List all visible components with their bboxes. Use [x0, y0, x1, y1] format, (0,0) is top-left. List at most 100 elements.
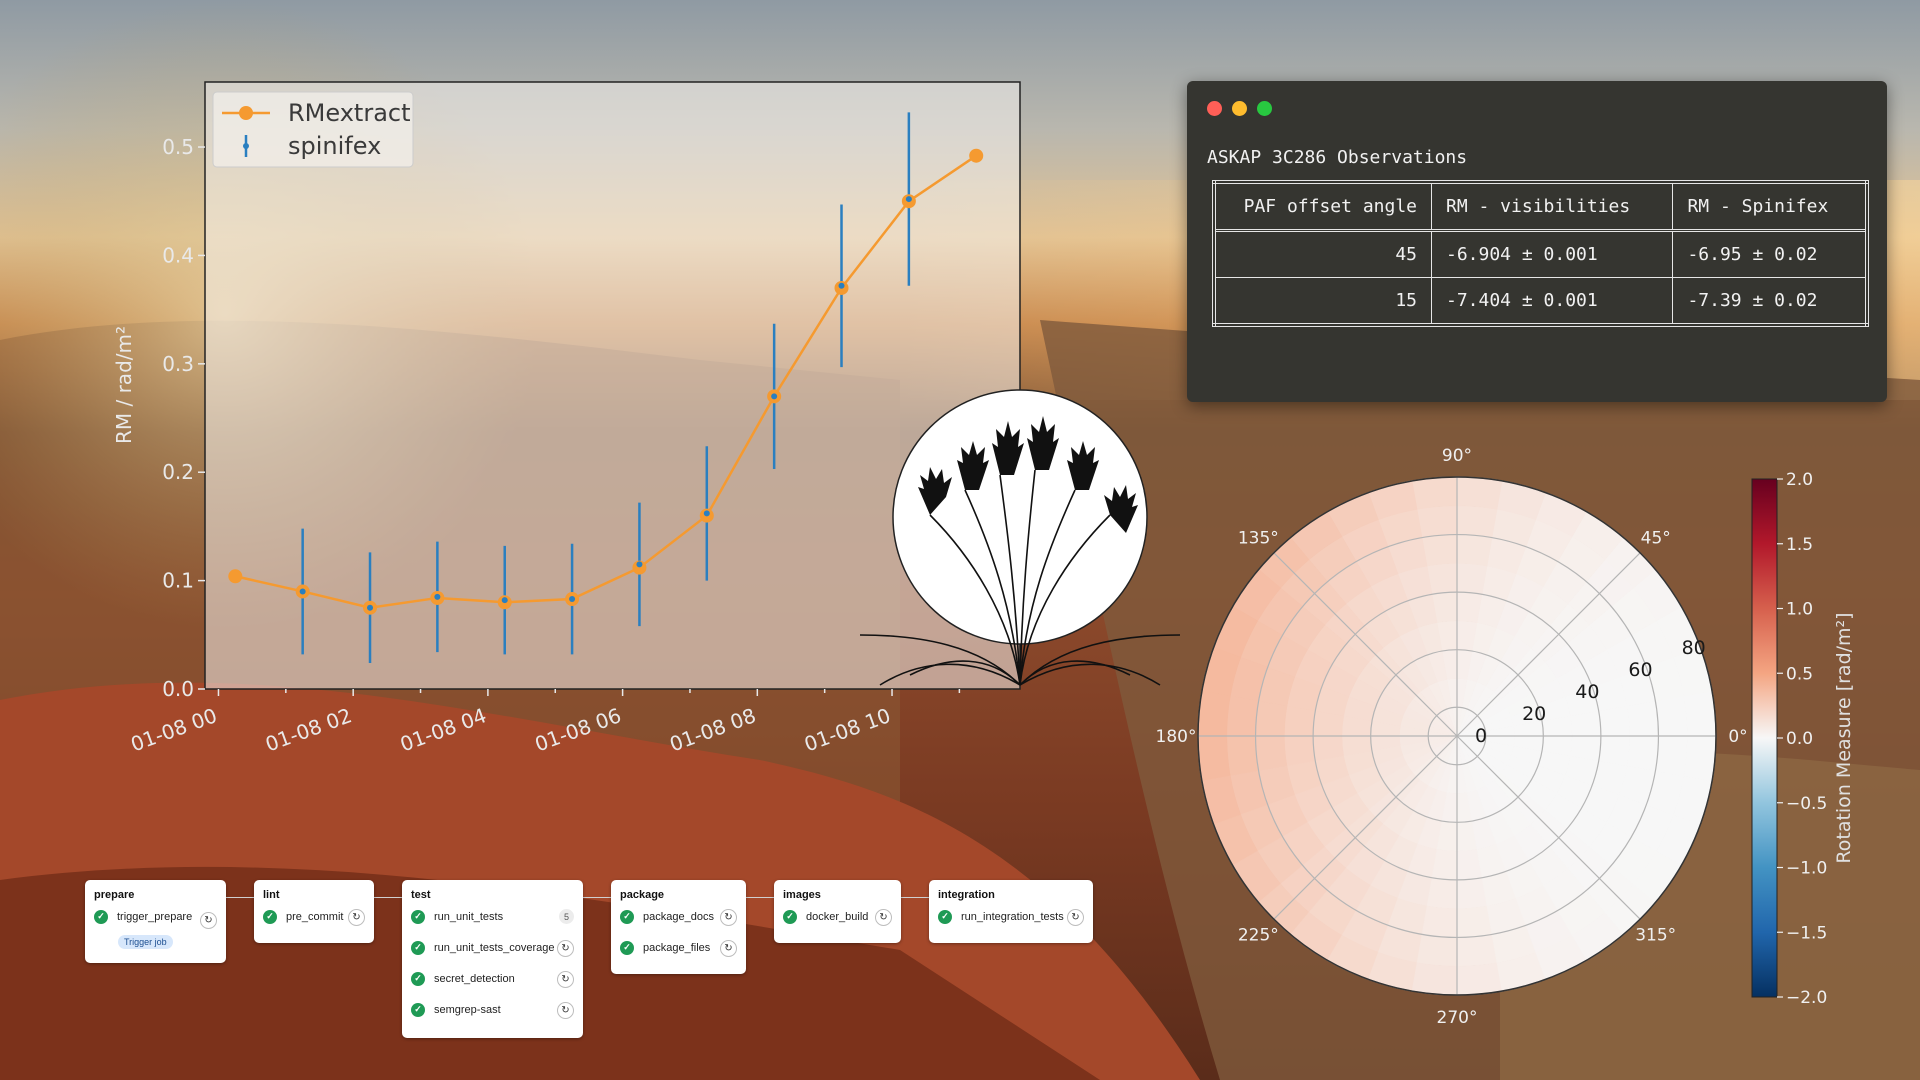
passed-check-icon: ✓ — [620, 940, 634, 955]
angle-tick-label: 315° — [1635, 926, 1676, 946]
column-header: RM - visibilities — [1430, 181, 1674, 231]
radial-tick-label: 60 — [1628, 659, 1652, 681]
job-run-unit-tests[interactable]: ✓ run_unit_tests 5 — [402, 901, 583, 932]
retry-icon[interactable]: ↻ — [720, 940, 737, 957]
x-tick-label: 01-08 04 — [397, 703, 490, 756]
legend-marker-spinifex — [243, 143, 249, 149]
spinifex-point — [771, 393, 778, 400]
legend-label-rmextract: RMextract — [288, 99, 411, 127]
x-tick-label: 01-08 02 — [262, 703, 355, 756]
y-tick-label: 0.1 — [162, 569, 194, 593]
terminal-window: ASKAP 3C286 Observations PAF offset angl… — [1187, 81, 1887, 402]
observations-table: PAF offset angle RM - visibilities RM - … — [1212, 180, 1869, 327]
x-tick-label: 01-08 06 — [532, 703, 625, 756]
polar-cell — [1226, 695, 1259, 737]
retry-icon[interactable]: ↻ — [557, 971, 574, 988]
retry-icon[interactable]: ↻ — [1067, 909, 1084, 926]
passed-check-icon: ✓ — [620, 909, 634, 924]
polar-cell — [1456, 877, 1488, 909]
stage-images: images ✓ docker_build ↻ — [774, 880, 901, 943]
stage-title: images — [783, 889, 821, 901]
job-run-integration-tests[interactable]: ✓ run_integration_tests ↻ — [929, 901, 1093, 932]
job-docker-build[interactable]: ✓ docker_build ↻ — [774, 901, 901, 932]
table-cell: -6.95 ± 0.02 — [1672, 230, 1868, 278]
job-trigger-prepare[interactable]: ✓ trigger_prepare ↻ — [85, 901, 226, 932]
colorbar-tick-label: 0.0 — [1786, 729, 1813, 749]
close-window-button[interactable] — [1207, 101, 1222, 116]
passed-check-icon: ✓ — [411, 971, 425, 986]
job-name: run_integration_tests — [961, 910, 1064, 923]
job-name: run_unit_tests_coverage — [434, 941, 555, 954]
polar-cell — [1426, 563, 1458, 595]
stage-title: test — [411, 889, 431, 901]
polar-cell — [1598, 735, 1630, 767]
radial-tick-label: 80 — [1682, 637, 1706, 659]
y-axis-label: RM / rad/m² — [112, 326, 136, 444]
job-name: pre_commit — [286, 910, 344, 923]
colorbar-tick-label: −1.5 — [1786, 923, 1827, 943]
retry-icon[interactable]: ↻ — [720, 909, 737, 926]
y-tick-label: 0.0 — [162, 677, 194, 701]
polar-cell — [1456, 905, 1493, 938]
passed-check-icon: ✓ — [411, 1002, 425, 1017]
retry-icon[interactable]: ↻ — [200, 912, 217, 929]
colorbar-tick-label: −0.5 — [1786, 794, 1827, 814]
retry-icon[interactable]: ↻ — [557, 940, 574, 957]
colorbar-tick-label: −1.0 — [1786, 859, 1827, 879]
colorbar-tick-label: 0.5 — [1786, 664, 1813, 684]
radial-tick-label: 0 — [1475, 725, 1487, 747]
angle-tick-label: 180° — [1156, 727, 1197, 747]
polar-cell — [1411, 476, 1458, 510]
trigger-job-badge[interactable]: Trigger job — [118, 935, 173, 949]
minimize-window-button[interactable] — [1232, 101, 1247, 116]
job-name: docker_build — [806, 910, 869, 923]
y-tick-label: 0.5 — [162, 135, 194, 159]
retry-icon[interactable]: ↻ — [557, 1002, 574, 1019]
spinifex-point — [905, 196, 912, 203]
legend: RMextract spinifex — [212, 91, 414, 168]
angle-tick-label: 225° — [1238, 926, 1279, 946]
stage-connector — [374, 897, 402, 898]
spinifex-point — [569, 596, 576, 603]
job-name: run_unit_tests — [434, 910, 504, 923]
stage-package: package ✓ package_docs ↻ ✓ package_files… — [611, 880, 746, 974]
job-secret-detection[interactable]: ✓ secret_detection ↻ — [402, 963, 583, 994]
stage-title: integration — [938, 889, 995, 901]
stage-connector — [746, 897, 774, 898]
job-name: package_docs — [643, 910, 714, 923]
job-semgrep-sast[interactable]: ✓ semgrep-sast ↻ — [402, 994, 583, 1025]
retry-icon[interactable]: ↻ — [875, 909, 892, 926]
polar-cell — [1426, 877, 1458, 909]
colorbar — [1751, 478, 1778, 998]
job-pre-commit[interactable]: ✓ pre_commit ↻ — [254, 901, 374, 932]
polar-cell — [1456, 962, 1503, 996]
spinifex-point — [367, 604, 374, 611]
passed-check-icon: ✓ — [938, 909, 952, 924]
angle-tick-label: 270° — [1437, 1008, 1478, 1028]
job-name: package_files — [643, 941, 711, 954]
polar-cell — [1197, 735, 1231, 782]
polar-cell — [1626, 700, 1659, 737]
stage-test: test ✓ run_unit_tests 5 ✓ run_unit_tests… — [402, 880, 583, 1038]
spinifex-point — [501, 597, 508, 604]
stage-title: prepare — [94, 889, 135, 901]
maximize-window-button[interactable] — [1257, 101, 1272, 116]
passed-check-icon: ✓ — [411, 940, 425, 955]
stage-title: lint — [263, 889, 280, 901]
job-package-files[interactable]: ✓ package_files ↻ — [611, 932, 746, 963]
polar-cell — [1655, 735, 1688, 777]
polar-cell — [1226, 735, 1259, 777]
retry-icon[interactable]: ↻ — [348, 909, 365, 926]
table-cell: -6.904 ± 0.001 — [1430, 230, 1674, 278]
polar-cell — [1456, 934, 1498, 967]
polar-cell — [1456, 505, 1498, 538]
polar-cell — [1421, 534, 1458, 567]
spinifex-point — [703, 510, 710, 517]
spinifex-point — [838, 282, 845, 289]
job-package-docs[interactable]: ✓ package_docs ↻ — [611, 901, 746, 932]
stage-title: package — [620, 889, 665, 901]
job-run-unit-tests-coverage[interactable]: ✓ run_unit_tests_coverage ↻ — [402, 932, 583, 963]
polar-cell — [1683, 735, 1717, 782]
table-cell: 45 — [1213, 230, 1432, 278]
parallel-job-count[interactable]: 5 — [559, 909, 574, 924]
